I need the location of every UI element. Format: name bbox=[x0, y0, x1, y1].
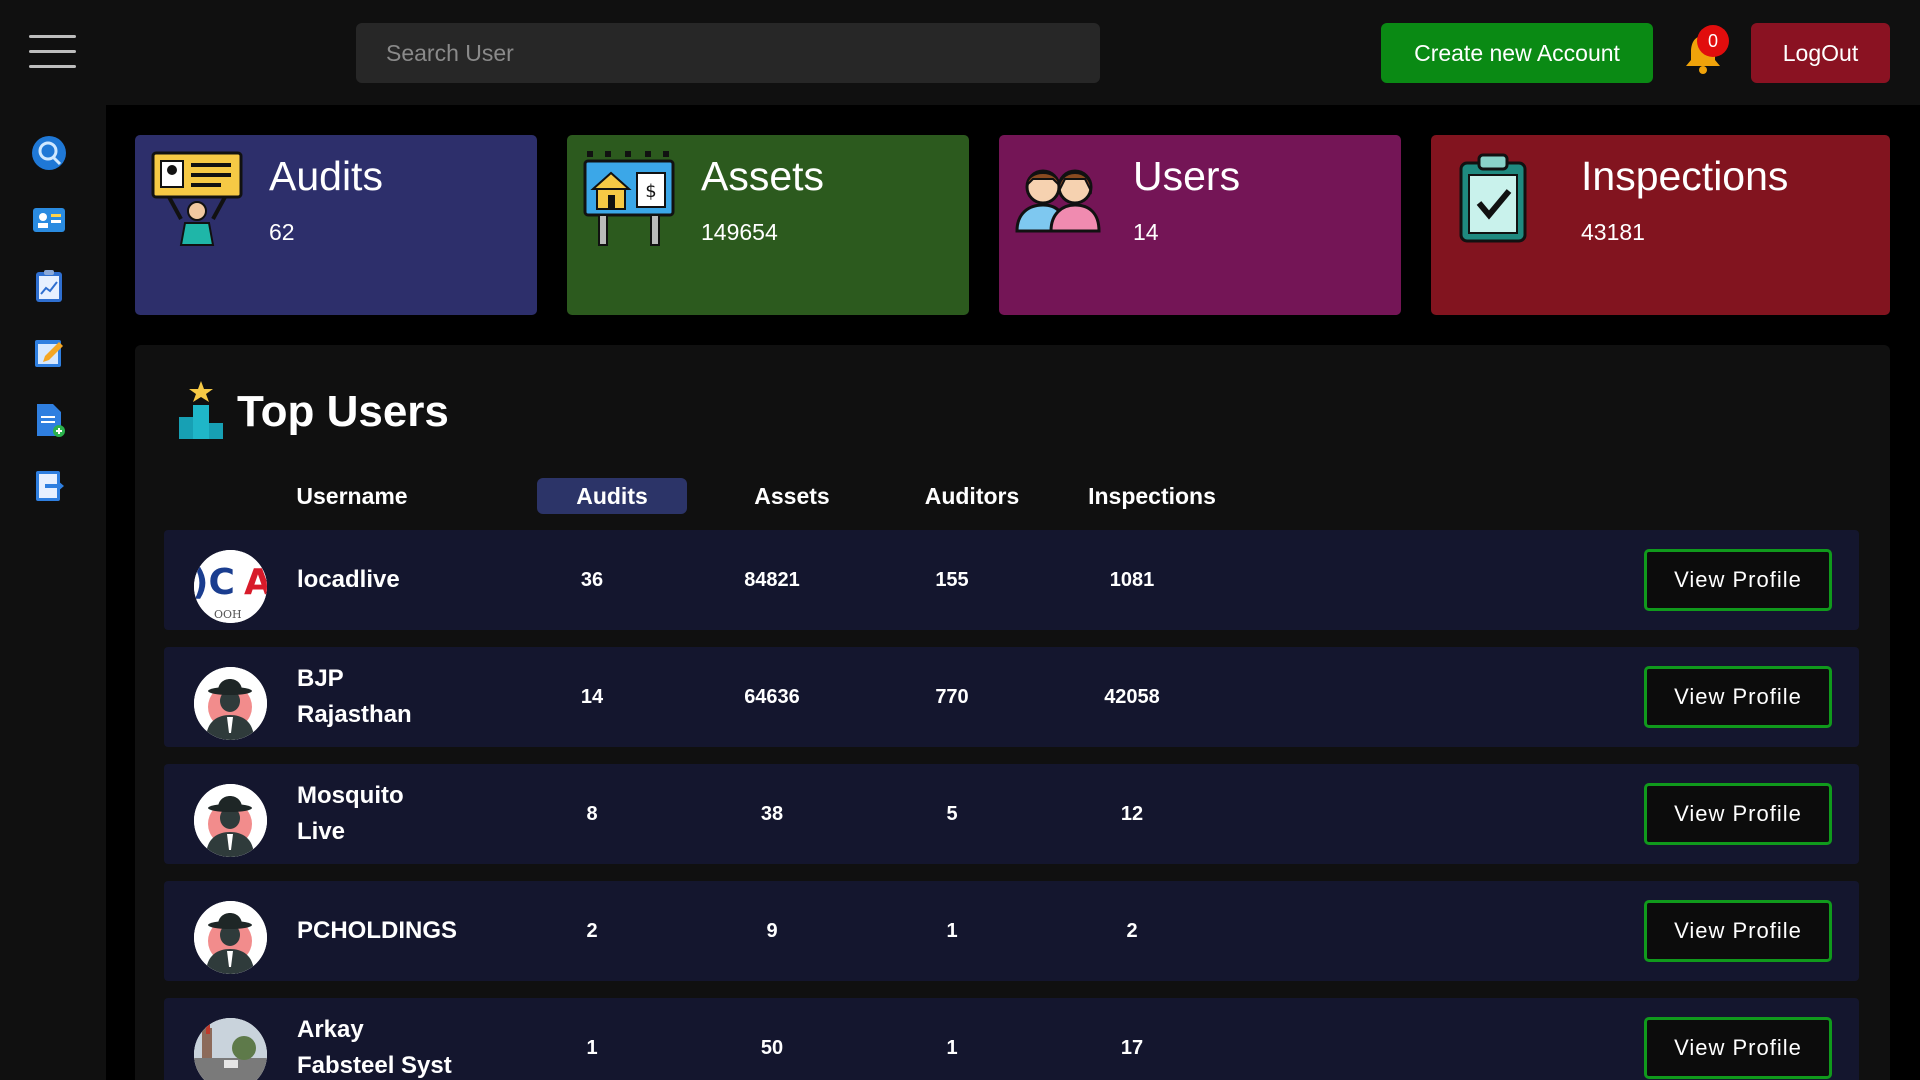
assets-value: 9 bbox=[766, 920, 778, 942]
svg-text:OOH: OOH bbox=[214, 608, 242, 621]
billboard-icon: $ bbox=[583, 151, 675, 246]
inspections-value: 42058 bbox=[1104, 686, 1160, 708]
username: locadlive bbox=[297, 566, 400, 593]
table-row: )C A OOH locadlive 36 84821 155 1081 Vie… bbox=[164, 530, 1859, 630]
logout-button[interactable]: LogOut bbox=[1751, 23, 1890, 83]
stat-title: Audits bbox=[269, 153, 383, 199]
auditor-sign-icon bbox=[151, 151, 243, 246]
table-row: BJP Rajasthan 14 64636 770 42058 View Pr… bbox=[164, 647, 1859, 747]
audits-value: 1 bbox=[586, 1037, 598, 1059]
stat-card-audits[interactable]: Audits 62 bbox=[135, 135, 537, 315]
search-icon[interactable] bbox=[31, 135, 67, 171]
exit-document-icon[interactable] bbox=[31, 468, 67, 504]
street-photo-avatar bbox=[194, 1018, 267, 1080]
username: PCHOLDINGS bbox=[297, 917, 457, 944]
stat-title: Assets bbox=[701, 153, 825, 199]
audits-value: 36 bbox=[580, 569, 604, 591]
assets-value: 64636 bbox=[744, 686, 800, 708]
column-header-auditors[interactable]: Auditors bbox=[912, 478, 1032, 514]
svg-text:A: A bbox=[244, 562, 267, 603]
search-input[interactable] bbox=[356, 23, 1100, 83]
assets-value: 50 bbox=[760, 1037, 784, 1059]
clipboard-chart-icon[interactable] bbox=[31, 268, 67, 304]
menu-icon[interactable] bbox=[29, 35, 76, 69]
view-profile-button[interactable]: View Profile bbox=[1644, 1017, 1832, 1079]
table-row: PCHOLDINGS 2 9 1 2 View Profile bbox=[164, 881, 1859, 981]
dashboard-card-icon[interactable] bbox=[31, 202, 67, 238]
table-row: Arkay Fabsteel Syst 1 50 1 17 View Profi… bbox=[164, 998, 1859, 1080]
stat-card-users[interactable]: Users 14 bbox=[999, 135, 1401, 315]
auditors-value: 770 bbox=[935, 686, 969, 708]
inspections-value: 12 bbox=[1120, 803, 1144, 825]
column-header-inspections[interactable]: Inspections bbox=[1077, 478, 1227, 514]
top-bar: Create new Account 0 LogOut bbox=[0, 0, 1920, 105]
spy-avatar bbox=[194, 784, 267, 857]
audits-value: 8 bbox=[586, 803, 598, 825]
spy-avatar bbox=[194, 901, 267, 974]
stat-card-inspections[interactable]: Inspections 43181 bbox=[1431, 135, 1890, 315]
username: BJP Rajasthan bbox=[297, 665, 412, 728]
inspections-value: 17 bbox=[1120, 1037, 1144, 1059]
username: Mosquito Live bbox=[297, 782, 404, 845]
svg-text:$: $ bbox=[645, 181, 656, 202]
column-header-assets[interactable]: Assets bbox=[732, 478, 852, 514]
auditors-value: 155 bbox=[935, 569, 969, 591]
audits-value: 14 bbox=[580, 686, 604, 708]
auditors-value: 1 bbox=[946, 1037, 958, 1059]
sidebar bbox=[0, 105, 106, 1080]
panel-title: Top Users bbox=[237, 387, 449, 436]
view-profile-button[interactable]: View Profile bbox=[1644, 666, 1832, 728]
add-document-icon[interactable] bbox=[31, 402, 67, 438]
view-profile-button[interactable]: View Profile bbox=[1644, 900, 1832, 962]
inspections-value: 1081 bbox=[1109, 569, 1155, 591]
view-profile-button[interactable]: View Profile bbox=[1644, 549, 1832, 611]
assets-value: 38 bbox=[760, 803, 784, 825]
podium-star-icon bbox=[179, 381, 223, 439]
stat-value: 149654 bbox=[701, 219, 778, 245]
assets-value: 84821 bbox=[744, 569, 800, 591]
notification-badge: 0 bbox=[1697, 25, 1729, 57]
stat-title: Users bbox=[1133, 153, 1241, 199]
create-account-button[interactable]: Create new Account bbox=[1381, 23, 1653, 83]
edit-note-icon[interactable] bbox=[31, 335, 67, 371]
svg-text:)C: )C bbox=[194, 562, 235, 603]
view-profile-button[interactable]: View Profile bbox=[1644, 783, 1832, 845]
stat-title: Inspections bbox=[1581, 153, 1789, 199]
clipboard-check-icon bbox=[1459, 153, 1527, 243]
stat-value: 43181 bbox=[1581, 219, 1645, 245]
table-row: Mosquito Live 8 38 5 12 View Profile bbox=[164, 764, 1859, 864]
column-header-audits[interactable]: Audits bbox=[537, 478, 687, 514]
logo-avatar: )C A OOH bbox=[194, 550, 267, 623]
stat-value: 62 bbox=[269, 219, 295, 245]
inspections-value: 2 bbox=[1126, 920, 1138, 942]
column-header-username[interactable]: Username bbox=[287, 478, 417, 514]
stat-value: 14 bbox=[1133, 219, 1159, 245]
spy-avatar bbox=[194, 667, 267, 740]
stat-card-assets[interactable]: $ Assets 149654 bbox=[567, 135, 969, 315]
auditors-value: 5 bbox=[946, 803, 958, 825]
username: Arkay Fabsteel Syst bbox=[297, 1016, 452, 1079]
users-group-icon bbox=[1015, 169, 1101, 233]
audits-value: 2 bbox=[586, 920, 598, 942]
auditors-value: 1 bbox=[946, 920, 958, 942]
